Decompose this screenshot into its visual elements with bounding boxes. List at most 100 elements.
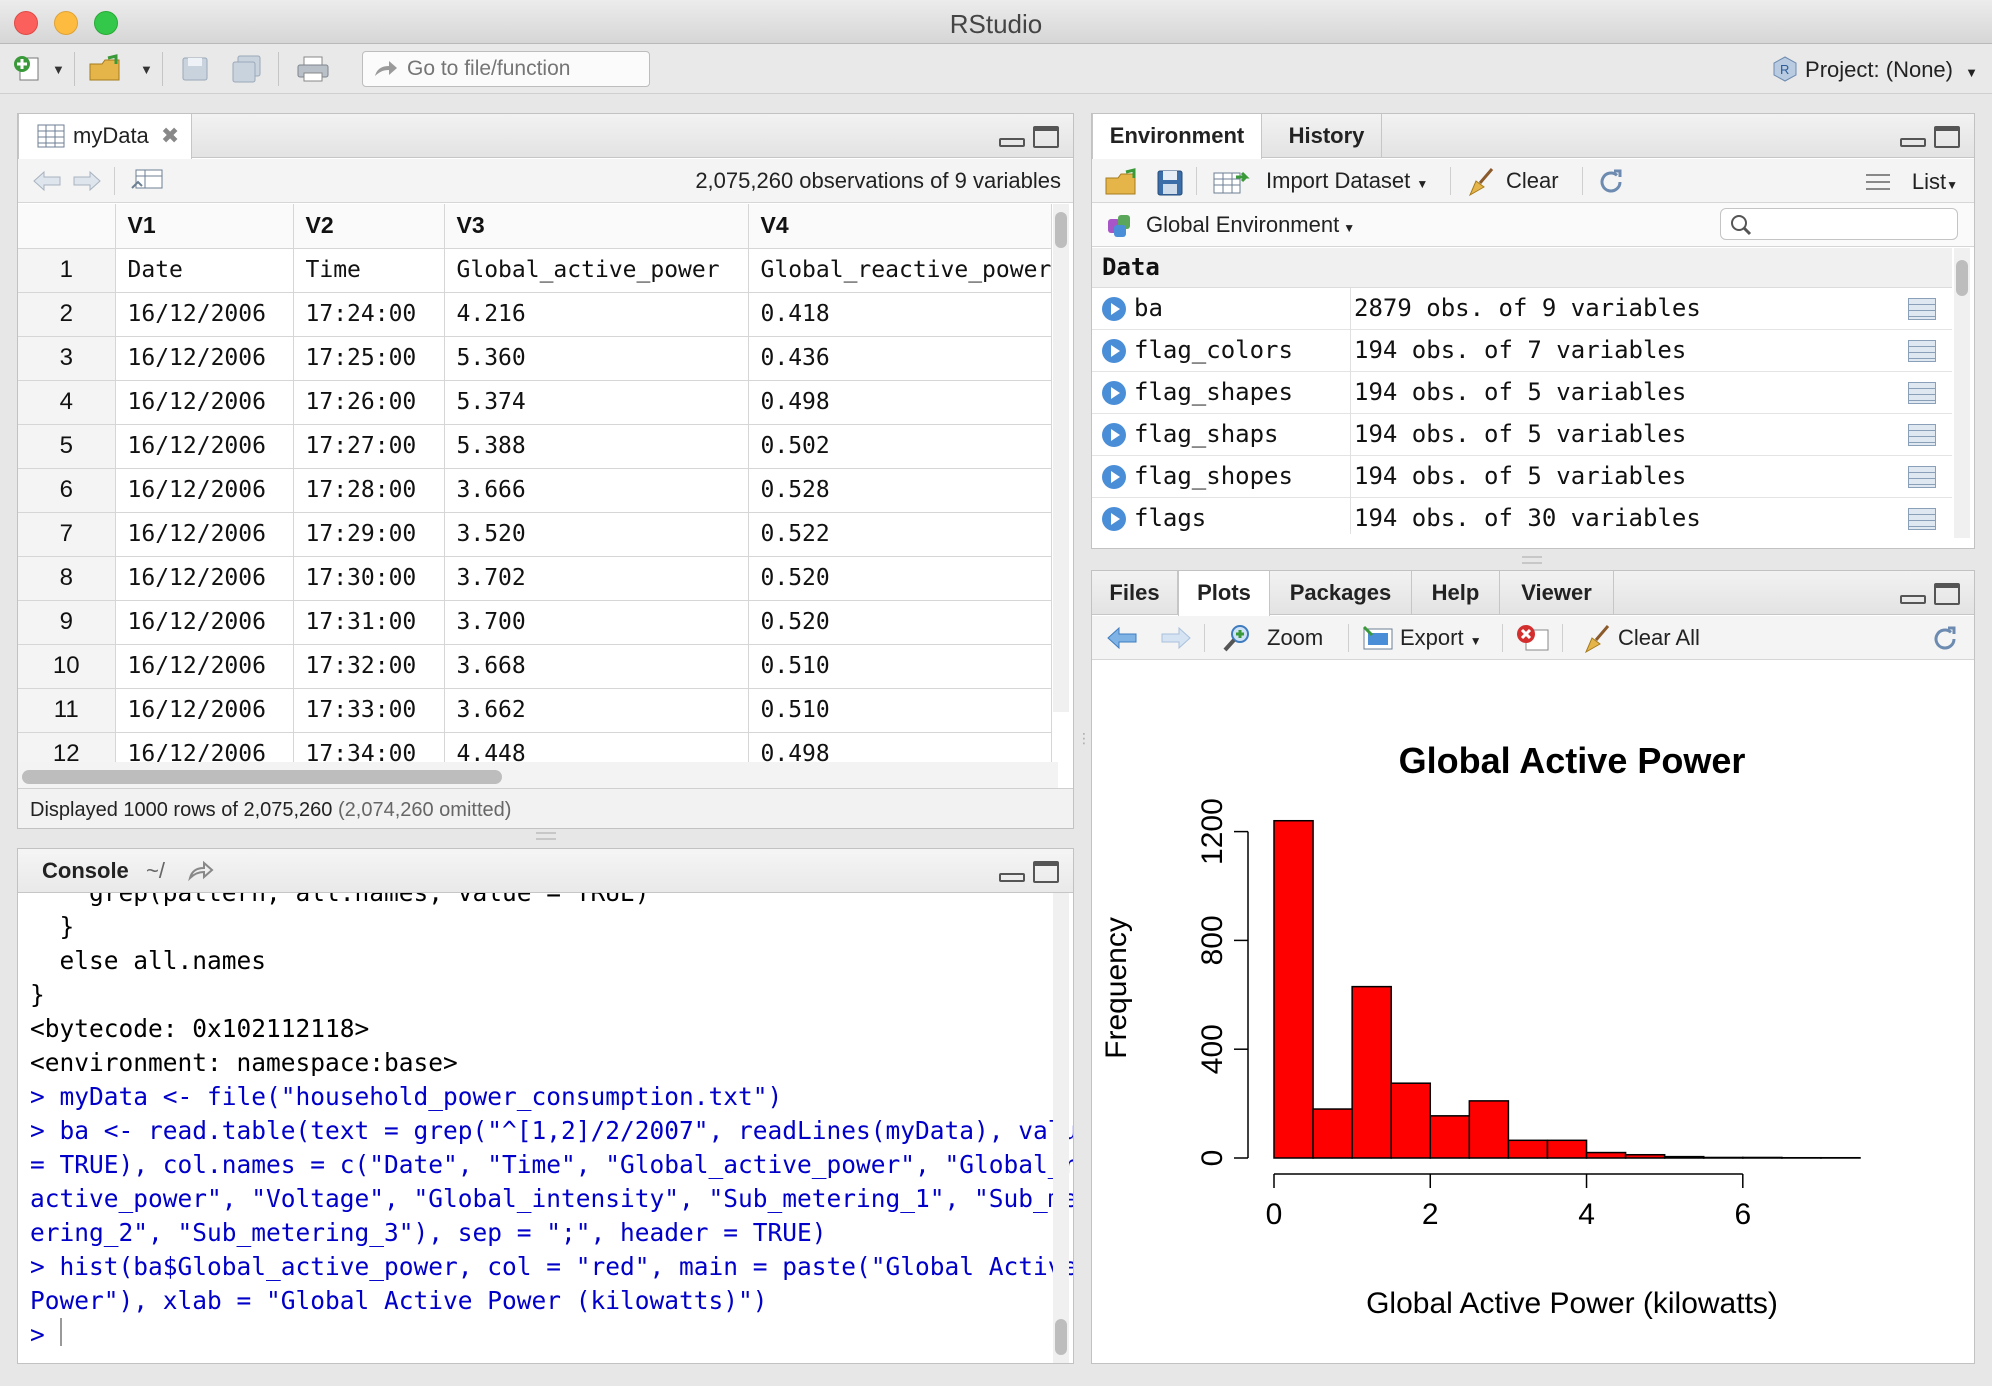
- environment-row[interactable]: flag_colors 194 obs. of 7 variables: [1092, 330, 1952, 372]
- table-row: 9 16/12/2006 17:31:00 3.700 0.520: [18, 600, 1053, 645]
- expand-icon[interactable]: [1102, 423, 1126, 447]
- minimize-pane-button[interactable]: [999, 138, 1025, 147]
- histogram-bar: [1468, 1100, 1510, 1159]
- tab-help[interactable]: Help: [1412, 571, 1500, 615]
- view-data-grid-icon[interactable]: [1908, 340, 1936, 362]
- column-divider: [1350, 498, 1351, 534]
- go-to-file-box[interactable]: [362, 51, 650, 87]
- row-number-cell: 4: [18, 380, 116, 425]
- refresh-icon[interactable]: [1596, 167, 1626, 197]
- view-data-grid-icon[interactable]: [1908, 298, 1936, 320]
- scroll-thumb[interactable]: [1055, 212, 1067, 248]
- previous-plot-icon[interactable]: [1106, 626, 1138, 650]
- clear-environment-button[interactable]: Clear: [1506, 168, 1559, 194]
- environment-row[interactable]: flag_shapes 194 obs. of 5 variables: [1092, 372, 1952, 414]
- tab-packages[interactable]: Packages: [1270, 571, 1412, 615]
- view-data-grid-icon[interactable]: [1908, 424, 1936, 446]
- open-file-button[interactable]: [88, 54, 122, 84]
- minimize-pane-button[interactable]: [999, 873, 1025, 882]
- filter-icon[interactable]: [130, 168, 164, 194]
- data-status-bar: Displayed 1000 rows of 2,075,260 (2,074,…: [18, 788, 1073, 828]
- svg-text:R: R: [1780, 62, 1789, 77]
- environment-row[interactable]: ba 2879 obs. of 9 variables: [1092, 288, 1952, 330]
- environment-row[interactable]: flag_shaps 194 obs. of 5 variables: [1092, 414, 1952, 456]
- next-plot-icon[interactable]: [1160, 626, 1192, 650]
- minimize-pane-button[interactable]: [1900, 138, 1926, 147]
- column-header[interactable]: V4: [748, 204, 1053, 249]
- minimize-pane-button[interactable]: [1900, 595, 1926, 604]
- expand-icon[interactable]: [1102, 507, 1126, 531]
- save-workspace-icon[interactable]: [1156, 169, 1184, 197]
- import-dataset-button[interactable]: Import Dataset ▼: [1266, 168, 1428, 194]
- table-icon: [37, 124, 65, 148]
- table-cell: 16/12/2006: [115, 292, 294, 337]
- environment-scrollbar[interactable]: [1954, 248, 1970, 538]
- forward-arrow-icon[interactable]: [72, 169, 102, 193]
- scroll-thumb[interactable]: [22, 770, 502, 784]
- back-arrow-icon[interactable]: [32, 169, 62, 193]
- console-scrollbar[interactable]: [1053, 893, 1069, 1363]
- table-cell: 16/12/2006: [115, 556, 294, 601]
- environment-row[interactable]: flag_shopes 194 obs. of 5 variables: [1092, 456, 1952, 498]
- tab-history[interactable]: History: [1272, 114, 1382, 158]
- column-divider: [1350, 456, 1351, 498]
- console-cursor[interactable]: [60, 1318, 62, 1346]
- row-number-cell: 9: [18, 600, 116, 645]
- go-to-file-input[interactable]: [407, 56, 643, 82]
- scroll-thumb[interactable]: [1956, 260, 1968, 296]
- refresh-icon[interactable]: [1930, 624, 1960, 654]
- horizontal-splitter[interactable]: [1522, 556, 1542, 564]
- close-tab-icon[interactable]: ✖: [161, 123, 179, 148]
- maximize-pane-button[interactable]: [1934, 126, 1960, 148]
- environment-row[interactable]: flags 194 obs. of 30 variables: [1092, 498, 1952, 534]
- view-data-grid-icon[interactable]: [1908, 466, 1936, 488]
- view-data-grid-icon[interactable]: [1908, 508, 1936, 530]
- column-header[interactable]: V3: [444, 204, 749, 249]
- environment-tabbar: Environment History: [1092, 114, 1974, 159]
- console-title: Console: [42, 858, 129, 883]
- view-data-grid-icon[interactable]: [1908, 382, 1936, 404]
- load-workspace-icon[interactable]: [1104, 168, 1144, 196]
- environment-search-box[interactable]: [1720, 208, 1958, 240]
- column-header[interactable]: V1: [115, 204, 294, 249]
- chevron-down-icon[interactable]: ▼: [140, 62, 153, 77]
- expand-icon[interactable]: [1102, 465, 1126, 489]
- maximize-pane-button[interactable]: [1934, 583, 1960, 605]
- console-input-line: ering_2", "Sub_metering_3"), sep = ";", …: [30, 1218, 827, 1247]
- view-mode-menu[interactable]: List▼: [1912, 169, 1958, 195]
- maximize-pane-button[interactable]: [1033, 126, 1059, 148]
- expand-icon[interactable]: [1102, 339, 1126, 363]
- export-menu[interactable]: Export ▼: [1400, 625, 1482, 651]
- save-button[interactable]: [180, 54, 214, 84]
- scroll-thumb[interactable]: [1055, 1319, 1067, 1355]
- environment-scope-menu[interactable]: Global Environment ▼: [1146, 212, 1355, 238]
- column-header[interactable]: V2: [293, 204, 445, 249]
- tab-environment[interactable]: Environment: [1092, 114, 1262, 159]
- data-vertical-scrollbar[interactable]: [1053, 204, 1069, 712]
- share-arrow-icon[interactable]: [188, 860, 216, 882]
- project-menu[interactable]: R Project: (None) ▼: [1771, 55, 1978, 83]
- tab-console[interactable]: Console: [42, 849, 129, 893]
- environment-toolbar: Import Dataset ▼ Clear List▼: [1092, 159, 1974, 203]
- remove-plot-icon[interactable]: [1516, 624, 1550, 652]
- chevron-down-icon: ▼: [1946, 178, 1958, 192]
- tab-viewer[interactable]: Viewer: [1500, 571, 1614, 615]
- zoom-button[interactable]: Zoom: [1267, 625, 1323, 651]
- new-file-button[interactable]: [12, 54, 46, 84]
- tab-plots[interactable]: Plots: [1178, 571, 1270, 616]
- save-all-button[interactable]: [230, 54, 264, 84]
- chevron-down-icon[interactable]: ▼: [52, 62, 65, 77]
- tab-files[interactable]: Files: [1092, 571, 1178, 615]
- clear-all-plots-button[interactable]: Clear All: [1618, 625, 1700, 651]
- horizontal-splitter[interactable]: [536, 832, 556, 840]
- print-button[interactable]: [296, 54, 330, 84]
- import-dataset-icon: [1213, 171, 1250, 194]
- table-row: 1 Date Time Global_active_power Global_react…: [18, 248, 1053, 293]
- data-horizontal-scrollbar[interactable]: [18, 762, 1058, 788]
- expand-icon[interactable]: [1102, 297, 1126, 321]
- vertical-splitter[interactable]: ⋮: [1077, 730, 1091, 750]
- expand-icon[interactable]: [1102, 381, 1126, 405]
- maximize-pane-button[interactable]: [1033, 861, 1059, 883]
- console-output[interactable]: grep(pattern, all.names, value = TRUE) }…: [18, 893, 1073, 1363]
- tab-mydata[interactable]: myData ✖: [18, 114, 192, 159]
